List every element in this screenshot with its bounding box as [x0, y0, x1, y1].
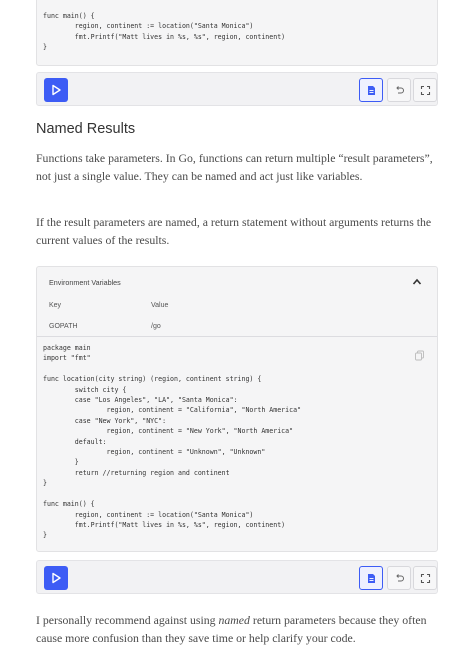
- run-button[interactable]: [44, 78, 68, 102]
- main-code-line: case "Los Angeles", "LA", "Santa Monica"…: [43, 396, 238, 405]
- undo-button[interactable]: [387, 78, 411, 102]
- env-variables-header[interactable]: Environment Variables: [37, 267, 437, 297]
- main-code-line: }: [43, 531, 47, 540]
- top-code-line: }: [43, 43, 47, 52]
- main-code-line: case "New York", "NYC":: [43, 416, 167, 425]
- expand-icon: [420, 85, 430, 95]
- main-code-line: region, continent = "California", "North…: [43, 406, 302, 415]
- main-code-panel: Environment Variables Key Value GOPATH /…: [36, 266, 438, 552]
- play-icon: [52, 84, 61, 96]
- top-code-toolbar: [36, 72, 438, 106]
- format-document-icon: [367, 85, 375, 95]
- main-code-line: region, continent = "Unknown", "Unknown": [43, 448, 266, 457]
- section-title: Named Results: [36, 121, 136, 137]
- run-button[interactable]: [44, 566, 68, 590]
- main-code-line: fmt.Printf("Matt lives in %s, %s", regio…: [43, 520, 286, 529]
- env-table-header: Key Value: [37, 300, 437, 314]
- env-divider: [37, 336, 437, 337]
- main-code-toolbar: [36, 560, 438, 594]
- top-code-line: fmt.Printf("Matt lives in %s, %s", regio…: [43, 32, 286, 41]
- undo-button[interactable]: [387, 566, 411, 590]
- main-code-line: [43, 364, 301, 374]
- undo-icon: [395, 85, 404, 93]
- main-code-line: region, continent := location("Santa Mon…: [43, 510, 254, 519]
- format-button[interactable]: [359, 566, 383, 590]
- format-button[interactable]: [359, 78, 383, 102]
- env-variables-title: Environment Variables: [49, 278, 121, 287]
- main-code-line: default:: [43, 437, 107, 446]
- undo-icon: [395, 573, 404, 581]
- named-results-paragraph: If the result parameters are named, a re…: [36, 215, 432, 247]
- recommendation-text-start: I personally recommend against using: [36, 613, 219, 627]
- format-document-icon: [367, 573, 375, 583]
- main-code-line: region, continent = "New York", "North A…: [43, 427, 294, 436]
- main-code-line: switch city {: [43, 385, 127, 394]
- main-code-line: func main() {: [43, 500, 95, 509]
- top-code-line: region, continent := location("Santa Mon…: [43, 22, 254, 31]
- env-row-value[interactable]: /go: [151, 323, 161, 330]
- play-icon: [52, 572, 61, 584]
- env-value-header: Value: [151, 302, 169, 309]
- main-code-line: [43, 489, 301, 499]
- main-code-line: }: [43, 458, 79, 467]
- main-code-line: return //returning region and continent: [43, 468, 230, 477]
- fullscreen-button[interactable]: [413, 78, 437, 102]
- main-code-line: package main: [43, 344, 91, 352]
- main-code-line: }: [43, 479, 47, 488]
- env-row-key[interactable]: GOPATH: [49, 323, 78, 330]
- main-code-line: import "fmt": [43, 354, 91, 363]
- intro-paragraph: Functions take parameters. In Go, functi…: [36, 151, 433, 183]
- expand-icon: [420, 573, 430, 583]
- copy-icon[interactable]: [414, 350, 425, 361]
- top-code-panel[interactable]: func main() { region, continent := locat…: [36, 0, 438, 66]
- chevron-up-icon[interactable]: [411, 276, 423, 288]
- main-code-line: func location(city string) (region, cont…: [43, 375, 262, 384]
- env-key-header: Key: [49, 302, 62, 309]
- top-code-line: func main() {: [43, 12, 95, 20]
- env-table-row[interactable]: GOPATH /go: [37, 321, 437, 335]
- top-code-block[interactable]: func main() { region, continent := locat…: [37, 0, 437, 53]
- recommendation-emphasis: named: [218, 613, 250, 627]
- fullscreen-button[interactable]: [413, 566, 437, 590]
- recommendation-paragraph: I personally recommend against using nam…: [36, 612, 440, 648]
- main-code-block[interactable]: package main import "fmt" func location(c…: [37, 343, 307, 541]
